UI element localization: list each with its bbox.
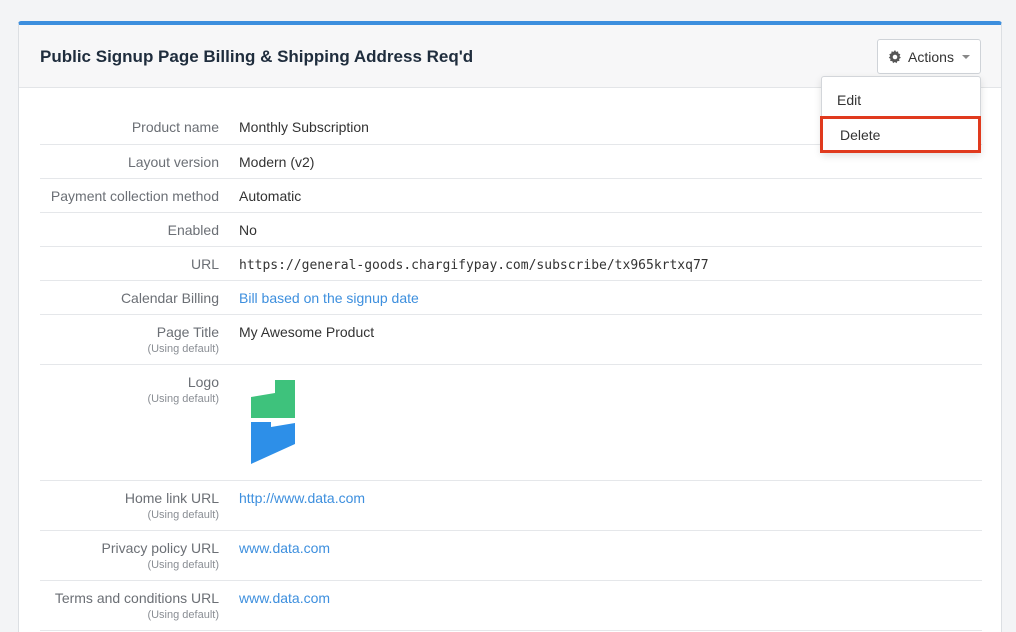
chargify-logo-icon xyxy=(251,379,295,464)
row-privacy-policy: Privacy policy URL (Using default) www.d… xyxy=(40,530,982,581)
product-name-label: Product name xyxy=(40,110,239,145)
page-title-note: (Using default) xyxy=(147,342,219,355)
details-table: Product name Monthly Subscription Layout… xyxy=(40,110,982,631)
calendar-billing-label: Calendar Billing xyxy=(40,280,239,315)
terms-link[interactable]: www.data.com xyxy=(239,590,330,606)
payment-method-value: Automatic xyxy=(239,178,982,213)
row-home-link: Home link URL (Using default) http://www… xyxy=(40,480,982,531)
row-page-title: Page Title (Using default) My Awesome Pr… xyxy=(40,314,982,365)
calendar-billing-link[interactable]: Bill based on the signup date xyxy=(239,290,419,306)
layout-version-label: Layout version xyxy=(40,144,239,179)
enabled-value: No xyxy=(239,212,982,247)
logo-label: Logo xyxy=(187,373,219,390)
row-payment-method: Payment collection method Automatic xyxy=(40,178,982,213)
page-title-value: My Awesome Product xyxy=(239,314,982,365)
gear-icon xyxy=(888,49,901,63)
url-value: https://general-goods.chargifypay.com/su… xyxy=(239,257,709,273)
delete-menu-item[interactable]: Delete xyxy=(820,116,981,153)
row-logo: Logo (Using default) xyxy=(40,364,982,481)
privacy-policy-link[interactable]: www.data.com xyxy=(239,540,330,556)
privacy-policy-note: (Using default) xyxy=(147,558,219,571)
payment-method-label: Payment collection method xyxy=(40,178,239,213)
actions-dropdown-menu: Edit Delete xyxy=(820,76,981,153)
row-url: URL https://general-goods.chargifypay.co… xyxy=(40,246,982,281)
enabled-label: Enabled xyxy=(40,212,239,247)
terms-note: (Using default) xyxy=(147,608,219,621)
actions-button[interactable]: Actions xyxy=(877,39,981,74)
edit-menu-item[interactable]: Edit xyxy=(822,83,980,117)
url-label: URL xyxy=(40,246,239,281)
home-link-note: (Using default) xyxy=(147,508,219,521)
home-link-label: Home link URL xyxy=(124,489,219,506)
page-title-label: Page Title xyxy=(156,323,219,340)
row-enabled: Enabled No xyxy=(40,212,982,247)
page-title: Public Signup Page Billing & Shipping Ad… xyxy=(40,47,474,66)
actions-label: Actions xyxy=(908,48,954,65)
row-calendar-billing: Calendar Billing Bill based on the signu… xyxy=(40,280,982,315)
privacy-policy-label: Privacy policy URL xyxy=(101,539,219,556)
logo-note: (Using default) xyxy=(147,392,219,405)
row-terms: Terms and conditions URL (Using default)… xyxy=(40,580,982,631)
chevron-down-icon xyxy=(961,54,970,59)
home-link-url[interactable]: http://www.data.com xyxy=(239,490,365,506)
terms-label: Terms and conditions URL xyxy=(54,589,219,606)
